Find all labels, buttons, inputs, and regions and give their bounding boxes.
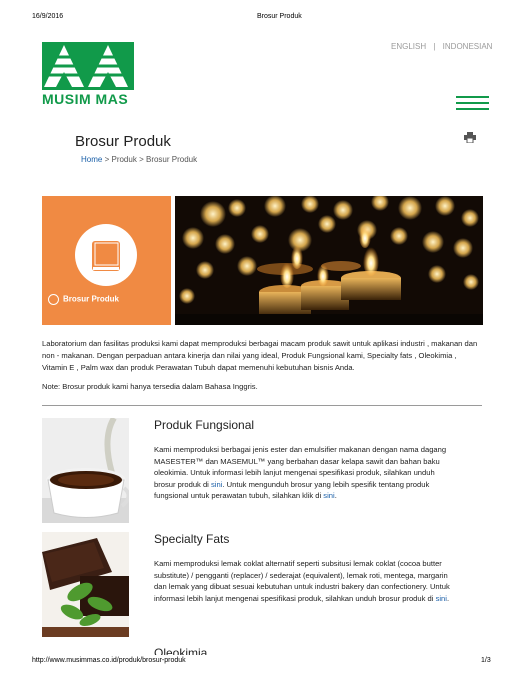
breadcrumb-current: Brosur Produk bbox=[145, 155, 198, 164]
brand-name: MUSIM MAS bbox=[42, 91, 129, 107]
banner-label-text: Brosur Produk bbox=[63, 294, 120, 304]
lang-english-link[interactable]: ENGLISH bbox=[391, 42, 426, 51]
banner-label: Brosur Produk bbox=[48, 294, 119, 305]
page-title: Brosur Produk bbox=[75, 133, 171, 150]
download-brochure-link[interactable]: sini bbox=[211, 480, 222, 489]
section-title-produk-fungsional: Produk Fungsional bbox=[154, 418, 255, 432]
note-text: Note: Brosur produk kami hanya tersedia … bbox=[42, 382, 258, 391]
lang-indonesian-link[interactable]: INDONESIAN bbox=[443, 42, 493, 51]
section-title-oleokimia: Oleokimia bbox=[154, 646, 208, 655]
divider bbox=[42, 405, 482, 406]
banner-tile: Brosur Produk bbox=[42, 196, 171, 325]
logo-mark-icon bbox=[42, 42, 134, 90]
coffee-cup-image bbox=[42, 418, 129, 523]
download-brochure-link[interactable]: sini bbox=[436, 594, 447, 603]
musim-mas-logo[interactable]: MUSIM MAS bbox=[42, 42, 134, 107]
banner-candles-image bbox=[175, 196, 483, 325]
chocolate-mint-image bbox=[42, 532, 129, 637]
section-body-specialty-fats: Kami memproduksi lemak coklat alternatif… bbox=[154, 559, 450, 603]
breadcrumb-produk-link[interactable]: Produk bbox=[111, 155, 136, 164]
breadcrumb: Home > Produk > Brosur Produk bbox=[81, 155, 197, 164]
download-personal-care-brochure-link[interactable]: sini bbox=[323, 491, 334, 500]
list-icon bbox=[48, 294, 59, 305]
intro-text: Laboratorium dan fasilitas produksi kami… bbox=[42, 339, 478, 372]
breadcrumb-home-link[interactable]: Home bbox=[81, 155, 102, 164]
breadcrumb-separator: > bbox=[139, 155, 144, 164]
print-date: 16/9/2016 bbox=[32, 13, 64, 20]
menu-hamburger-icon[interactable] bbox=[456, 96, 489, 112]
breadcrumb-separator: > bbox=[104, 155, 110, 164]
print-page-number: 1/3 bbox=[481, 657, 491, 664]
book-icon bbox=[75, 224, 137, 286]
lang-separator: | bbox=[433, 42, 436, 51]
section-body-produk-fungsional: Kami memproduksi berbagai jenis ester da… bbox=[154, 445, 447, 500]
print-icon[interactable] bbox=[464, 130, 476, 144]
language-switcher: ENGLISH | INDONESIAN bbox=[391, 42, 492, 51]
print-url: http://www.musimmas.co.id/produk/brosur-… bbox=[32, 657, 186, 664]
section-title-specialty-fats: Specialty Fats bbox=[154, 532, 230, 546]
print-title: Brosur Produk bbox=[257, 13, 302, 20]
